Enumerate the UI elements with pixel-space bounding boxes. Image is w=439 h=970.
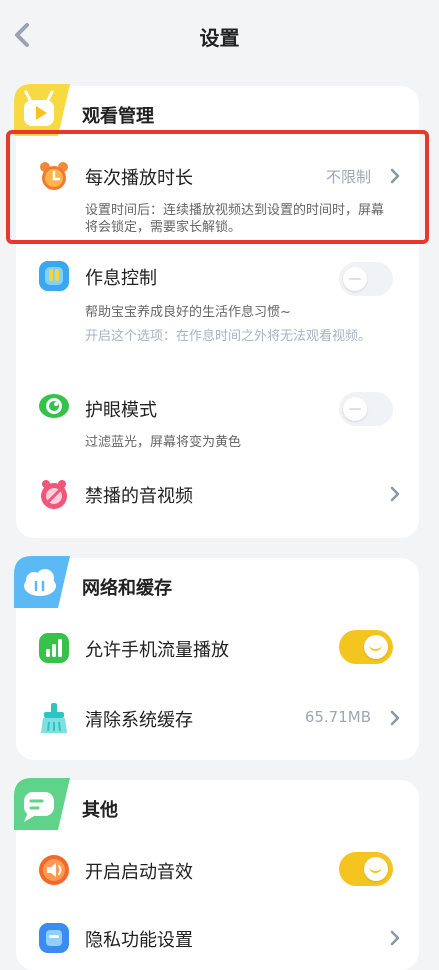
startup-sound-label: 开启启动音效 [85, 862, 193, 883]
mobile-data-label: 允许手机流量播放 [85, 640, 229, 661]
eye-protection-row: 护眼模式 过滤蓝光，屏幕将变为黄色 [16, 390, 419, 450]
chat-section-icon [14, 778, 70, 830]
section-title-watch: 观看管理 [82, 106, 154, 127]
privacy-settings-row[interactable]: 隐私功能设置 [16, 918, 419, 958]
privacy-icon [39, 923, 69, 953]
broom-icon [41, 703, 67, 733]
tv-section-icon [14, 84, 70, 136]
startup-sound-toggle[interactable] [339, 852, 393, 886]
highlight-box [6, 130, 429, 244]
eye-icon [39, 394, 69, 418]
signal-bars-icon [39, 633, 69, 663]
banned-media-row[interactable]: 禁播的音视频 [16, 474, 419, 518]
cloud-section-icon [14, 556, 70, 608]
toggle-knob [343, 397, 367, 421]
startup-sound-row: 开启启动音效 [16, 850, 419, 890]
speaker-icon [39, 855, 69, 885]
toggle-knob [343, 267, 367, 291]
mobile-data-row: 允许手机流量播放 [16, 628, 419, 668]
toggle-knob [364, 635, 388, 659]
section-title-other: 其他 [82, 800, 118, 821]
network-cache-card: 网络和缓存 允许手机流量播放 清除系统缓存 65.71MB [14, 556, 419, 760]
section-title-network: 网络和缓存 [82, 578, 172, 599]
schedule-control-toggle[interactable] [339, 262, 393, 296]
chevron-right-icon [390, 930, 400, 946]
page-title: 设置 [199, 26, 240, 50]
schedule-control-note: 开启这个选项：在作息时间之外将无法观看视频。 [85, 329, 372, 344]
top-bar: 设置 [0, 0, 439, 68]
schedule-control-row: 作息控制 帮助宝宝养成良好的生活作息习惯~ 开启这个选项：在作息时间之外将无法观… [16, 260, 419, 370]
schedule-control-label: 作息控制 [85, 268, 157, 289]
schedule-control-icon [39, 261, 69, 291]
eye-protection-description: 过滤蓝光，屏幕将变为黄色 [85, 435, 242, 450]
clear-cache-label: 清除系统缓存 [85, 710, 193, 731]
banned-media-label: 禁播的音视频 [85, 486, 193, 507]
chevron-right-icon [390, 710, 400, 726]
privacy-settings-label: 隐私功能设置 [85, 930, 193, 951]
clear-cache-row[interactable]: 清除系统缓存 65.71MB [16, 698, 419, 738]
mobile-data-toggle[interactable] [339, 630, 393, 664]
eye-protection-toggle[interactable] [339, 392, 393, 426]
schedule-control-description: 帮助宝宝养成良好的生活作息习惯~ [85, 305, 291, 320]
eye-protection-label: 护眼模式 [85, 400, 157, 421]
cache-size-value: 65.71MB [304, 708, 371, 726]
chevron-right-icon [390, 486, 400, 502]
banned-clock-icon [41, 480, 67, 509]
toggle-knob [364, 857, 388, 881]
